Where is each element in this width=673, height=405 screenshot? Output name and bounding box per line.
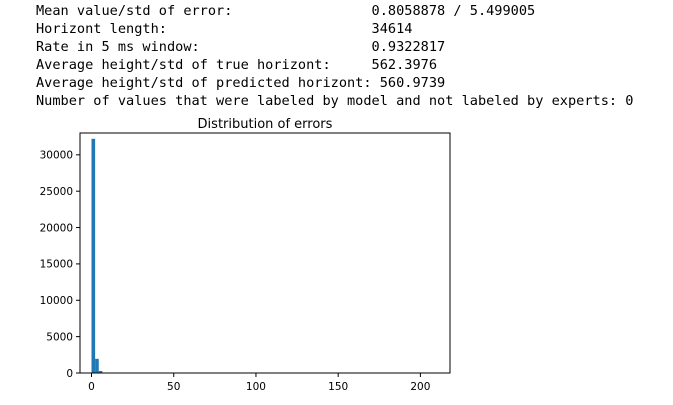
histogram-bar-1 — [95, 359, 99, 373]
x-tick-label: 150 — [328, 381, 348, 393]
y-tick-label: 20000 — [40, 222, 73, 234]
chart-title: Distribution of errors — [198, 117, 333, 132]
y-axis: 0 5000 10000 15000 20000 25000 30000 — [40, 150, 80, 380]
y-tick-label: 10000 — [40, 295, 73, 307]
histogram-figure: Distribution of errors 0 50 100 150 200 0 500… — [0, 0, 673, 401]
histogram-bar-0 — [92, 139, 96, 373]
histogram-bars — [92, 139, 106, 373]
x-axis: 0 50 100 150 200 — [88, 373, 430, 393]
x-tick-label: 200 — [410, 381, 430, 393]
plot-area-frame — [80, 133, 450, 373]
x-tick-label: 50 — [167, 381, 180, 393]
x-tick-label: 100 — [246, 381, 266, 393]
y-tick-label: 0 — [66, 368, 73, 380]
y-tick-label: 25000 — [40, 186, 73, 198]
y-tick-label: 5000 — [46, 331, 73, 343]
y-tick-label: 15000 — [40, 259, 73, 271]
y-tick-label: 30000 — [40, 150, 73, 162]
x-tick-label: 0 — [88, 381, 95, 393]
histogram-chart: Distribution of errors 0 50 100 150 200 0 500… — [0, 0, 673, 401]
